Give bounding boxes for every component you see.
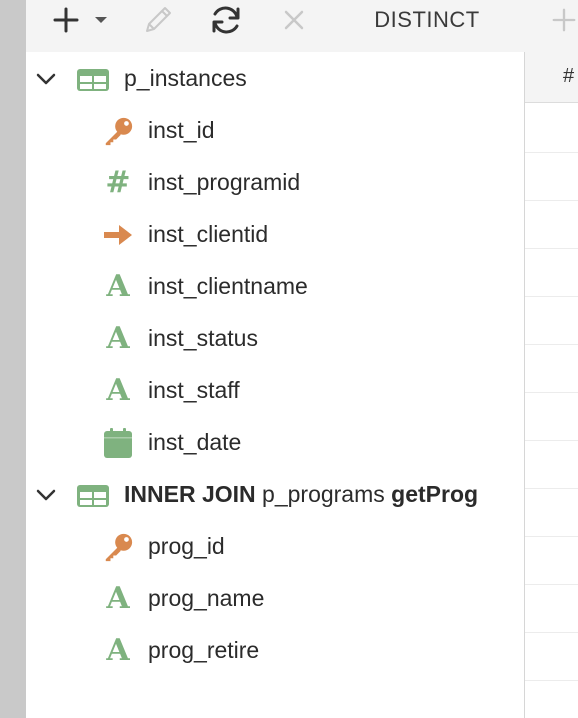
grid-row-divider [525, 392, 578, 393]
add-dropdown-button[interactable] [90, 0, 112, 40]
calendar-icon [102, 427, 134, 459]
tree-field-row[interactable]: A inst_clientname [26, 267, 524, 307]
join-label: INNER JOIN p_programs getProg [124, 481, 524, 508]
grid-row-divider [525, 248, 578, 249]
tree-field-row[interactable]: A inst_staff [26, 371, 524, 411]
field-name: inst_staff [148, 377, 240, 403]
grid-header: # [525, 52, 578, 103]
grid-row-divider [525, 344, 578, 345]
text-icon: A [106, 581, 130, 616]
add-column-button[interactable] [550, 0, 578, 40]
chevron-down-icon[interactable] [34, 485, 58, 505]
tree-field-row[interactable]: prog_id [26, 527, 524, 567]
grid-column-header[interactable]: # [563, 65, 574, 88]
field-name: prog_id [148, 533, 225, 559]
grid-row-divider [525, 488, 578, 489]
field-name: inst_programid [148, 169, 301, 195]
x-icon [284, 10, 304, 30]
app-window: DISTINCT p_instances inst_id # inst_prog… [0, 0, 578, 718]
results-grid: # [525, 52, 578, 718]
grid-row-divider [525, 632, 578, 633]
field-name: prog_name [148, 585, 265, 611]
field-name: inst_clientid [148, 221, 269, 247]
text-icon: A [106, 321, 130, 356]
refresh-icon [212, 6, 240, 34]
field-name: inst_id [148, 117, 215, 143]
table-alias: getProg [391, 481, 479, 507]
tree-table-p-programs[interactable]: INNER JOIN p_programs getProg [26, 475, 524, 515]
table-name: p_programs [262, 481, 385, 507]
tree-field-row[interactable]: inst_id [26, 111, 524, 151]
grid-row-divider [525, 440, 578, 441]
add-button[interactable] [48, 0, 84, 40]
refresh-button[interactable] [206, 0, 246, 40]
tree-table-p-instances[interactable]: p_instances [26, 59, 524, 99]
field-name: inst_clientname [148, 273, 308, 299]
tree-field-row[interactable]: inst_date [26, 423, 524, 463]
tree-field-row[interactable]: A prog_retire [26, 631, 524, 671]
text-icon: A [106, 373, 130, 408]
toolbar: DISTINCT [26, 0, 578, 52]
field-name: inst_status [148, 325, 258, 351]
tree-field-row[interactable]: A inst_status [26, 319, 524, 359]
distinct-button[interactable]: DISTINCT [374, 0, 479, 40]
table-name: p_instances [124, 65, 247, 91]
join-type: INNER JOIN [124, 481, 256, 507]
grid-row-divider [525, 536, 578, 537]
pencil-icon [146, 7, 171, 32]
chevron-down-icon[interactable] [34, 69, 58, 89]
tree-field-row[interactable]: # inst_programid [26, 163, 524, 203]
table-icon [77, 69, 109, 91]
text-icon: A [106, 633, 130, 668]
caret-down-icon [95, 17, 107, 23]
key-icon [102, 531, 134, 563]
grid-row-divider [525, 152, 578, 153]
arrow-right-icon [102, 219, 134, 251]
plus-icon [53, 7, 79, 33]
hash-icon: # [105, 165, 131, 200]
left-window-edge [0, 0, 27, 718]
table-icon [77, 485, 109, 507]
key-icon [102, 115, 134, 147]
edit-button[interactable] [138, 0, 178, 40]
query-tree-sidebar: p_instances inst_id # inst_programid ins… [26, 52, 525, 718]
field-name: inst_date [148, 429, 242, 455]
field-name: prog_retire [148, 637, 260, 663]
grid-row-divider [525, 584, 578, 585]
text-icon: A [106, 269, 130, 304]
clear-button[interactable] [278, 0, 310, 40]
tree-field-row[interactable]: A prog_name [26, 579, 524, 619]
grid-row-divider [525, 200, 578, 201]
grid-row-divider [525, 296, 578, 297]
plus-icon [552, 8, 576, 32]
tree-field-row[interactable]: inst_clientid [26, 215, 524, 255]
grid-row-divider [525, 680, 578, 681]
